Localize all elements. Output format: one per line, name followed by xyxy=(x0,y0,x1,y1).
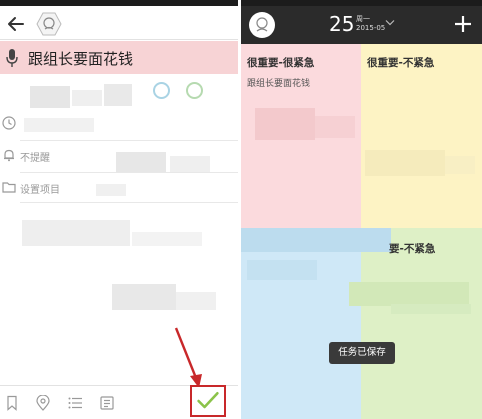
reminder-label[interactable]: 不提醒 xyxy=(20,149,50,164)
blurred-content xyxy=(22,220,130,246)
project-setting-label[interactable]: 设置项目 xyxy=(20,181,60,196)
blurred-content xyxy=(391,304,471,314)
date-day[interactable]: 25 xyxy=(329,12,354,36)
date-weekday: 周一 xyxy=(356,15,370,23)
quadrant-screen: 25 周一 2015-05 很重要-很紧急 跟组长要面花钱 很重要-不紧急 要-… xyxy=(241,0,482,419)
bookmark-icon[interactable] xyxy=(4,395,20,411)
task-title-row[interactable]: 跟组长要面花钱 xyxy=(0,41,238,74)
note-icon[interactable] xyxy=(99,395,115,411)
blurred-content xyxy=(315,116,355,138)
location-pin-icon[interactable] xyxy=(35,395,51,411)
blurred-content xyxy=(24,118,94,132)
list-icon[interactable] xyxy=(67,395,83,411)
blurred-content xyxy=(30,86,70,108)
add-task-plus-icon[interactable] xyxy=(453,14,473,34)
divider xyxy=(20,202,238,203)
user-avatar-icon[interactable] xyxy=(36,12,62,36)
divider xyxy=(20,140,238,141)
task-item[interactable]: 跟组长要面花钱 xyxy=(247,76,310,89)
blurred-content xyxy=(241,228,391,252)
quadrant-important-not-urgent[interactable] xyxy=(361,44,482,228)
divider xyxy=(20,172,238,173)
blurred-content xyxy=(104,84,132,106)
quadrant-label-not-important-not-urgent: 要-不紧急 xyxy=(389,243,436,255)
back-arrow-icon[interactable] xyxy=(6,14,26,34)
checkmark-icon xyxy=(197,392,219,409)
blurred-content xyxy=(116,152,166,172)
priority-circle-green[interactable] xyxy=(186,82,203,99)
quadrant-header: 25 周一 2015-05 xyxy=(241,6,482,44)
annotation-arrow xyxy=(174,327,202,388)
folder-icon xyxy=(2,182,16,193)
chevron-down-icon[interactable] xyxy=(385,19,395,27)
priority-circle-blue[interactable] xyxy=(153,82,170,99)
blurred-content xyxy=(72,90,102,106)
blurred-content xyxy=(247,260,317,280)
quadrant-not-important-not-urgent[interactable] xyxy=(361,228,482,419)
quadrant-not-important-urgent[interactable] xyxy=(241,228,361,419)
quadrant-label-important-not-urgent: 很重要-不紧急 xyxy=(367,57,435,69)
microphone-icon[interactable] xyxy=(6,49,18,67)
blurred-content xyxy=(170,156,210,172)
clock-icon xyxy=(2,116,16,130)
edit-header xyxy=(0,6,238,40)
bell-icon xyxy=(4,149,14,162)
blurred-content xyxy=(365,150,445,176)
blurred-content xyxy=(96,184,126,196)
task-edit-screen: 跟组长要面花钱 不提醒 设置项目 xyxy=(0,0,238,419)
blurred-content xyxy=(349,282,469,306)
blurred-content xyxy=(255,108,315,140)
blurred-content xyxy=(176,292,216,310)
saved-toast: 任务已保存 xyxy=(329,342,395,364)
blurred-content xyxy=(132,232,202,246)
confirm-save-button[interactable] xyxy=(190,385,226,417)
task-title-text[interactable]: 跟组长要面花钱 xyxy=(28,48,133,69)
date-month: 2015-05 xyxy=(356,24,386,32)
blurred-content xyxy=(112,284,176,310)
user-avatar-icon[interactable] xyxy=(249,12,275,38)
blurred-content xyxy=(445,156,475,174)
quadrant-label-important-urgent: 很重要-很紧急 xyxy=(247,57,315,69)
